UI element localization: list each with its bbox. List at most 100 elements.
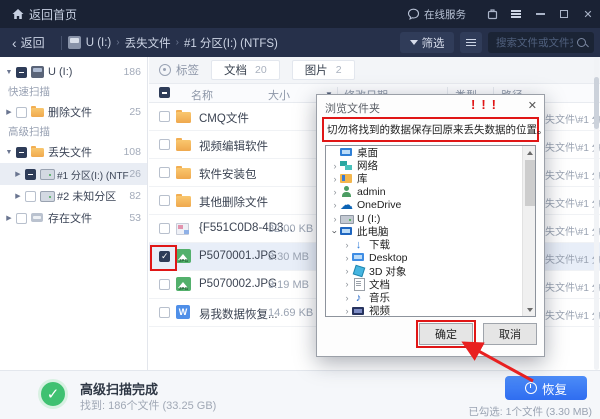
caret-down-icon[interactable]: ▼ [4, 149, 14, 156]
tree-item-usb-drive[interactable]: ›U (I:) [326, 212, 535, 225]
scroll-up-icon[interactable] [523, 146, 536, 159]
drive-icon [340, 213, 353, 225]
caret-right-icon[interactable]: ▶ [13, 192, 23, 200]
feedback-icon[interactable] [480, 0, 504, 28]
tree-item-downloads[interactable]: ›↓下载 [326, 238, 535, 251]
close-button[interactable]: ✕ [576, 0, 600, 28]
row-checkbox[interactable] [159, 111, 170, 122]
tree-item-desktop-root[interactable]: ›桌面 [326, 146, 535, 159]
caret-right-icon[interactable]: ▶ [13, 170, 23, 178]
tree-item-libraries[interactable]: ›库 [326, 172, 535, 185]
row-checkbox[interactable] [159, 307, 170, 318]
item-count: 26 [129, 168, 141, 180]
tree-item-this-pc[interactable]: ›此电脑 [326, 225, 535, 238]
tree-item-videos[interactable]: ›视频 [326, 304, 535, 317]
tree-item-3d-objects[interactable]: ›3D 对象 [326, 265, 535, 278]
scan-result-sidebar: ▼ U (I:) 186 快速扫描 ▶ 删除文件 25 高级扫描 ▼ 丢失文件 … [0, 57, 148, 370]
maximize-button[interactable] [552, 0, 576, 28]
selected-summary: 已勾选: 1个文件 (3.30 MB) [468, 404, 592, 419]
sidebar-item-partition-1[interactable]: ▶ #1 分区(I:) (NTFS) 26 [0, 163, 147, 185]
sidebar-label: U (I:) [48, 66, 72, 78]
back-to-home-button[interactable]: 返回首页 [0, 0, 89, 28]
breadcrumb-lost-files[interactable]: 丢失文件 [125, 35, 171, 51]
home-icon [12, 8, 24, 20]
checkbox-partial[interactable] [16, 67, 27, 78]
search-icon[interactable] [575, 36, 589, 50]
document-icon [352, 278, 365, 290]
sidebar-item-deleted-files[interactable]: ▶ 删除文件 25 [0, 101, 147, 123]
checkbox-unchecked[interactable] [16, 107, 27, 118]
sidebar-item-lost-files[interactable]: ▼ 丢失文件 108 [0, 141, 147, 163]
scrollbar[interactable] [594, 57, 599, 370]
back-button[interactable]: ‹ 返回 [0, 34, 55, 51]
sidebar-label: 存在文件 [48, 210, 92, 226]
recover-button[interactable]: 恢复 [505, 376, 587, 400]
dialog-title: 浏览文件夹 [325, 100, 380, 116]
tag-label: 标签 [176, 62, 199, 78]
tree-item-network[interactable]: ›网络 [326, 159, 535, 172]
breadcrumb-separator: › [176, 37, 179, 48]
row-checkbox[interactable] [159, 223, 170, 234]
online-service-button[interactable]: 在线服务 [407, 7, 466, 22]
search-box [488, 32, 594, 53]
item-count: 186 [123, 66, 141, 78]
scrollbar-thumb[interactable] [594, 77, 599, 129]
tree-item-admin[interactable]: ›admin [326, 186, 535, 199]
tree-item-documents[interactable]: ›文档 [326, 278, 535, 291]
item-count: 53 [129, 212, 141, 224]
sidebar-item-root-drive[interactable]: ▼ U (I:) 186 [0, 61, 147, 83]
tree-item-desktop-folder[interactable]: ›Desktop [326, 252, 535, 265]
row-checkbox[interactable] [159, 195, 170, 206]
user-icon [340, 186, 353, 198]
tag-bar: 标签 文档 20 图片 2 [149, 57, 600, 84]
minimize-button[interactable] [528, 0, 552, 28]
cancel-button[interactable]: 取消 [483, 323, 537, 345]
jpg-image-icon [176, 249, 191, 263]
online-service-label: 在线服务 [424, 7, 466, 22]
caret-down-icon[interactable]: ▼ [4, 69, 14, 76]
tree-scrollbar[interactable] [522, 146, 535, 316]
sidebar-label: #1 分区(I:) (NTFS) [57, 167, 129, 182]
row-checkbox[interactable] [159, 167, 170, 178]
file-name: 软件安装包 [199, 166, 257, 182]
tab-pictures[interactable]: 图片 2 [292, 60, 355, 80]
folder-icon [176, 194, 191, 207]
checkbox-partial[interactable] [25, 169, 36, 180]
home-label: 返回首页 [29, 6, 77, 23]
recover-icon [525, 382, 537, 394]
row-checkbox[interactable] [159, 279, 170, 290]
search-input[interactable] [488, 37, 575, 49]
scroll-down-icon[interactable] [523, 303, 536, 316]
header-size[interactable]: 大小 [268, 87, 290, 103]
annotation-warning-box: 切勿将找到的数据保存回原来丢失数据的位置。 [322, 117, 539, 142]
tree-item-music[interactable]: ›♪音乐 [326, 291, 535, 304]
partition-icon [40, 169, 53, 181]
file-name: CMQ文件 [199, 110, 249, 126]
header-name[interactable]: 名称 [191, 87, 213, 103]
menu-icon[interactable] [504, 0, 528, 28]
caret-right-icon[interactable]: ▶ [4, 108, 14, 116]
checkbox-unchecked[interactable] [16, 213, 27, 224]
ok-button[interactable]: 确定 [419, 323, 473, 345]
view-options-button[interactable] [460, 32, 482, 53]
tab-documents[interactable]: 文档 20 [211, 60, 280, 80]
network-icon [340, 160, 353, 172]
row-checkbox[interactable] [159, 139, 170, 150]
checkbox-unchecked[interactable] [25, 191, 36, 202]
dialog-close-icon[interactable]: ✕ [528, 99, 537, 112]
funnel-icon [410, 40, 418, 45]
filter-button[interactable]: 筛选 [400, 32, 454, 53]
scrollbar-thumb[interactable] [525, 160, 535, 206]
breadcrumb-partition[interactable]: #1 分区(I:) (NTFS) [184, 35, 278, 51]
sidebar-item-partition-2[interactable]: ▶ #2 未知分区 82 [0, 185, 147, 207]
checkbox-partial[interactable] [16, 147, 27, 158]
file-name: P5070001.JPG [199, 250, 277, 262]
tree-item-onedrive[interactable]: ›☁OneDrive [326, 199, 535, 212]
sidebar-item-existing-files[interactable]: ▶ 存在文件 53 [0, 207, 147, 229]
breadcrumb-drive[interactable]: U (I:) [86, 37, 112, 49]
caret-right-icon[interactable]: ▶ [4, 214, 14, 222]
select-all-checkbox[interactable] [159, 87, 170, 98]
tab-label: 图片 [305, 62, 328, 78]
navigation-toolbar: ‹ 返回 U (I:) › 丢失文件 › #1 分区(I:) (NTFS) 筛选 [0, 28, 600, 57]
file-name: 视频编辑软件 [199, 138, 268, 154]
